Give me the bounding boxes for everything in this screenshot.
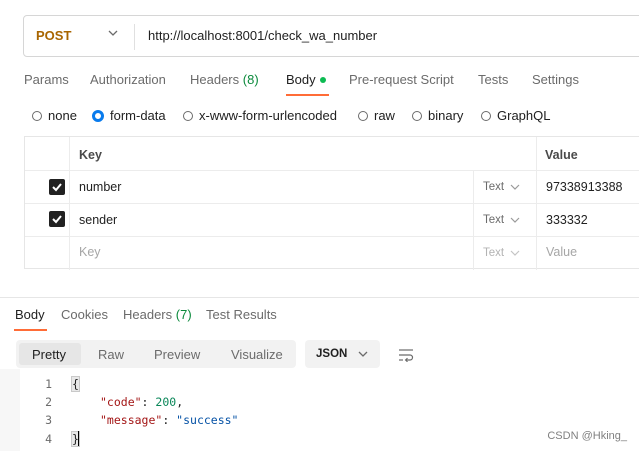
code-line: "code": 200, xyxy=(100,395,183,409)
radio-circle xyxy=(481,110,491,121)
row-checkbox[interactable] xyxy=(49,179,65,195)
request-bar: POST http://localhost:8001/check_wa_numb… xyxy=(23,15,639,57)
chevron-down-icon xyxy=(510,184,520,190)
line-number: 1 xyxy=(45,377,52,391)
response-tab-headers-label: Headers xyxy=(123,307,173,322)
json-separator: : xyxy=(162,413,177,427)
divider xyxy=(69,137,70,270)
radio-form-data[interactable]: form-data xyxy=(92,108,166,123)
divider xyxy=(25,203,639,204)
response-tab-cookies[interactable]: Cookies xyxy=(61,307,108,322)
open-brace: { xyxy=(71,376,80,392)
code-line: "message": "success" xyxy=(100,413,238,427)
json-separator: : xyxy=(141,395,156,409)
chevron-down-icon xyxy=(510,250,520,256)
tab-headers-label: Headers xyxy=(190,72,240,87)
divider xyxy=(536,137,537,270)
tab-pre-request-script[interactable]: Pre-request Script xyxy=(349,72,454,87)
radio-circle xyxy=(412,110,422,121)
format-select[interactable]: JSON xyxy=(305,340,380,368)
divider xyxy=(25,236,639,237)
new-value-input[interactable]: Value xyxy=(546,245,577,259)
url-input[interactable]: http://localhost:8001/check_wa_number xyxy=(148,28,377,43)
new-key-input[interactable]: Key xyxy=(79,245,101,259)
type-label: Text xyxy=(483,181,505,193)
tab-body-label: Body xyxy=(286,72,316,87)
body-indicator-dot xyxy=(319,76,326,83)
json-number: 200 xyxy=(155,395,177,409)
tab-params[interactable]: Params xyxy=(24,72,69,87)
divider xyxy=(25,170,639,171)
view-mode-group: Pretty Raw Preview Visualize xyxy=(16,340,296,368)
chevron-down-icon xyxy=(510,217,520,223)
json-key: "message" xyxy=(100,413,163,427)
code-line: { xyxy=(71,376,80,392)
tab-tests[interactable]: Tests xyxy=(478,72,508,87)
headers-count: (8) xyxy=(242,72,259,87)
form-data-table: Key Value number Text 97338913388 sender… xyxy=(24,136,639,270)
type-select[interactable]: Text xyxy=(483,247,520,259)
active-tab-underline xyxy=(286,94,329,96)
response-tab-test-results[interactable]: Test Results xyxy=(206,307,277,322)
param-key[interactable]: sender xyxy=(79,213,117,227)
radio-urlencoded[interactable]: x-www-form-urlencoded xyxy=(183,108,337,123)
view-mode-visualize[interactable]: Visualize xyxy=(231,347,283,362)
line-number: 4 xyxy=(45,432,52,446)
radio-circle xyxy=(183,110,193,121)
json-string: "success" xyxy=(176,413,239,427)
type-label: Text xyxy=(483,214,505,226)
radio-circle xyxy=(358,110,368,121)
divider xyxy=(473,170,474,270)
radio-graphql[interactable]: GraphQL xyxy=(481,108,550,123)
radio-raw[interactable]: raw xyxy=(358,108,395,123)
response-tab-headers[interactable]: Headers (7) xyxy=(123,307,192,322)
line-number: 2 xyxy=(45,395,52,409)
radio-label: none xyxy=(48,108,77,123)
json-comma: , xyxy=(176,395,184,409)
checkmark-icon xyxy=(52,215,62,224)
text-cursor xyxy=(78,431,79,446)
chevron-down-icon xyxy=(358,351,368,357)
type-label: Text xyxy=(483,247,505,259)
active-tab-underline xyxy=(14,329,47,331)
param-value[interactable]: 97338913388 xyxy=(546,180,622,194)
response-tab-body[interactable]: Body xyxy=(15,307,45,322)
view-mode-preview[interactable]: Preview xyxy=(154,347,200,362)
view-mode-pretty[interactable]: Pretty xyxy=(32,347,66,362)
json-key: "code" xyxy=(100,395,142,409)
watermark: CSDN @Hking_ xyxy=(547,430,627,442)
chevron-down-icon[interactable] xyxy=(108,28,118,38)
column-header-key: Key xyxy=(79,148,102,162)
divider xyxy=(134,24,135,50)
tab-settings[interactable]: Settings xyxy=(532,72,579,87)
radio-label: GraphQL xyxy=(497,108,551,123)
radio-circle xyxy=(32,110,42,121)
checkmark-icon xyxy=(52,183,62,192)
radio-label: form-data xyxy=(110,108,166,123)
response-headers-count: (7) xyxy=(175,307,192,322)
method-select[interactable]: POST xyxy=(36,28,71,43)
param-key[interactable]: number xyxy=(79,180,121,194)
row-checkbox[interactable] xyxy=(49,211,65,227)
tab-authorization[interactable]: Authorization xyxy=(90,72,166,87)
tab-headers[interactable]: Headers (8) xyxy=(190,72,259,87)
radio-none[interactable]: none xyxy=(32,108,77,123)
type-select[interactable]: Text xyxy=(483,214,520,226)
tab-body[interactable]: Body xyxy=(286,72,326,87)
radio-label: binary xyxy=(428,108,464,123)
radio-label: raw xyxy=(374,108,395,123)
type-select[interactable]: Text xyxy=(483,181,520,193)
radio-circle-selected xyxy=(92,109,104,122)
radio-binary[interactable]: binary xyxy=(412,108,463,123)
view-mode-raw[interactable]: Raw xyxy=(98,347,124,362)
param-value[interactable]: 333332 xyxy=(546,213,588,227)
format-label: JSON xyxy=(316,348,348,360)
line-number: 3 xyxy=(45,413,52,427)
radio-label: x-www-form-urlencoded xyxy=(199,108,337,123)
wrap-lines-icon[interactable] xyxy=(398,348,414,362)
column-header-value: Value xyxy=(545,148,578,162)
section-divider xyxy=(0,297,639,298)
